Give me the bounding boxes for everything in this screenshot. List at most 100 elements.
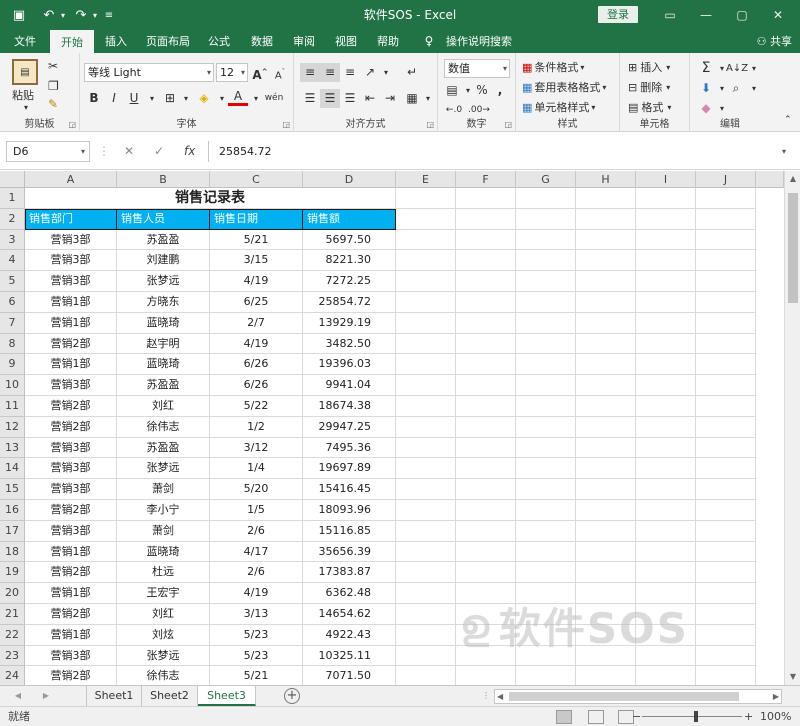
add-sheet-button[interactable]: + [284,688,300,704]
empty-cell[interactable] [576,188,636,209]
wrap-text-icon[interactable]: ↵ [402,63,422,82]
minimize-icon[interactable]: — [688,0,724,30]
empty-cell[interactable] [456,396,516,417]
table-cell[interactable]: 4/19 [210,583,303,604]
vertical-scrollbar[interactable]: ▲ ▼ [784,171,800,685]
empty-cell[interactable] [396,188,456,209]
close-icon[interactable]: ✕ [760,0,796,30]
empty-cell[interactable] [696,416,756,438]
underline-dropdown-icon[interactable]: ▾ [142,89,162,108]
column-title-cell[interactable]: 销售额 [303,208,396,230]
table-cell[interactable]: 萧剑 [117,520,210,542]
empty-cell[interactable] [516,666,576,685]
font-color-dropdown-icon[interactable]: ▾ [246,89,266,108]
formula-input[interactable]: 25854.72 [208,141,794,162]
empty-cell[interactable] [696,437,756,459]
collapse-ribbon-icon[interactable]: ⌃ [784,115,792,125]
empty-cell[interactable] [516,354,576,376]
tab-page-layout[interactable]: 页面布局 [140,30,196,53]
table-cell[interactable]: 营销3部 [25,250,117,272]
empty-cell[interactable] [696,292,756,313]
empty-cell[interactable] [396,624,456,646]
empty-cell[interactable] [396,583,456,604]
table-cell[interactable]: 18093.96 [303,500,396,521]
empty-cell[interactable] [576,354,636,376]
empty-cell[interactable] [636,479,696,500]
restore-icon[interactable]: ▢ [724,0,760,30]
horizontal-scroll-thumb[interactable] [509,692,739,701]
column-header-h[interactable]: H [576,171,636,188]
empty-cell[interactable] [576,541,636,563]
table-cell[interactable]: 7071.50 [303,666,396,685]
empty-cell[interactable] [696,333,756,355]
cancel-entry-icon[interactable]: ✕ [124,141,134,162]
empty-cell[interactable] [636,229,696,251]
empty-cell[interactable] [396,604,456,625]
empty-cell[interactable] [696,583,756,604]
empty-cell[interactable] [576,520,636,542]
scroll-up-icon[interactable]: ▲ [785,171,800,187]
table-cell[interactable]: 5/21 [210,229,303,251]
row-header[interactable]: 22 [0,624,25,646]
empty-cell[interactable] [516,188,576,209]
empty-cell[interactable] [576,624,636,646]
tab-file[interactable]: 文件 [6,30,44,53]
align-top-icon[interactable]: ≡ [300,63,320,82]
worksheet-grid[interactable]: A B C D E F G H I J 1 2 3 4 5 6 7 8 9 10 11 12 13 14 15 16 17 18 19 2… [0,171,800,685]
empty-cell[interactable] [516,229,576,251]
empty-cell[interactable] [456,375,516,396]
empty-cell[interactable] [696,500,756,521]
empty-cell[interactable] [516,312,576,334]
font-size-combo[interactable]: 12 ▾ [216,63,248,82]
align-left-icon[interactable]: ☰ [300,89,320,108]
table-cell[interactable]: 2/6 [210,562,303,584]
horizontal-scrollbar[interactable]: ◀ ▶ [494,689,782,704]
table-cell[interactable]: 张梦远 [117,271,210,292]
table-cell[interactable]: 5/21 [210,666,303,685]
table-cell[interactable]: 35656.39 [303,541,396,563]
table-cell[interactable]: 营销2部 [25,500,117,521]
comma-button[interactable]: , [490,81,510,100]
empty-cell[interactable] [636,583,696,604]
empty-cell[interactable] [396,333,456,355]
table-cell[interactable]: 张梦远 [117,458,210,480]
empty-cell[interactable] [576,271,636,292]
table-cell[interactable]: 营销3部 [25,437,117,459]
decrease-indent-icon[interactable]: ⇤ [360,89,380,108]
empty-cell[interactable] [696,208,756,230]
borders-dropdown-icon[interactable]: ▾ [176,89,196,108]
font-color-button[interactable]: A [228,89,248,106]
tab-view[interactable]: 视图 [328,30,364,53]
underline-button[interactable]: U [124,89,144,108]
scroll-sheets-right-icon[interactable]: ▶ [36,686,56,706]
orientation-dropdown-icon[interactable]: ▾ [376,63,396,82]
empty-cell[interactable] [576,333,636,355]
row-header[interactable]: 17 [0,520,25,542]
table-cell[interactable]: 营销2部 [25,333,117,355]
table-cell[interactable]: 5/23 [210,645,303,667]
copy-icon[interactable]: ❐ [48,79,59,93]
zoom-out-button[interactable]: − [632,707,641,726]
empty-cell[interactable] [636,416,696,438]
zoom-level[interactable]: 100% [760,707,791,726]
empty-cell[interactable] [636,188,696,209]
zoom-in-button[interactable]: + [744,707,753,726]
empty-cell[interactable] [456,666,516,685]
empty-cell[interactable] [696,562,756,584]
table-cell[interactable]: 营销3部 [25,520,117,542]
empty-cell[interactable] [516,375,576,396]
tell-me-search[interactable]: 操作说明搜索 [440,30,518,53]
empty-cell[interactable] [396,416,456,438]
tab-help[interactable]: 帮助 [370,30,406,53]
table-cell[interactable]: 5/22 [210,396,303,417]
row-header[interactable]: 18 [0,541,25,563]
empty-cell[interactable] [636,333,696,355]
empty-cell[interactable] [516,562,576,584]
bold-button[interactable]: B [84,89,104,108]
empty-cell[interactable] [636,458,696,480]
lightbulb-icon[interactable]: ♀ [420,30,438,53]
table-cell[interactable]: 7495.36 [303,437,396,459]
insert-function-icon[interactable]: fx [184,141,195,162]
empty-cell[interactable] [456,479,516,500]
empty-cell[interactable] [636,250,696,272]
